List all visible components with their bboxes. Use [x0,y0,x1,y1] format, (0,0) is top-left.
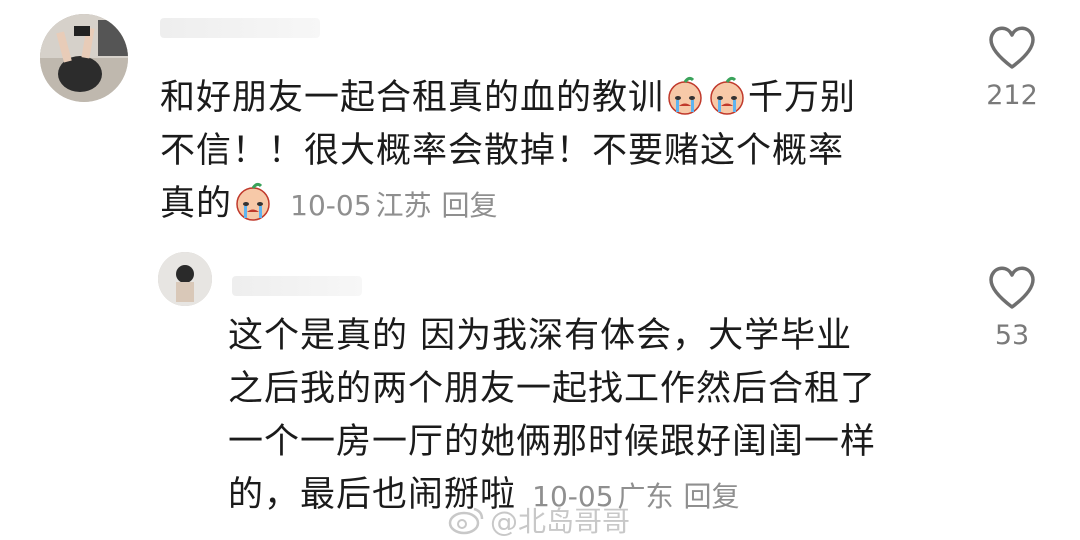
comment-text-line: 一个一房一厅的她俩那时候跟好闺闺一样 [228,422,877,462]
watermark: @北岛哥哥 [448,500,630,540]
comment-meta: 10-05 江苏 回复 [286,189,497,222]
weibo-logo-icon [448,507,484,535]
like-button[interactable]: 53 [972,264,1052,351]
comment-text-line: 千万别 [748,78,857,118]
username-blurred[interactable] [160,18,320,38]
crying-face-icon [233,182,273,222]
comment-body: 和好朋友一起合租真的血的教训 千万别 不信！！很大概率会散掉！不要赌这个概率 真的… [160,72,856,232]
username-blurred[interactable] [232,276,362,296]
heart-icon [989,266,1035,309]
crying-face-icon [665,76,705,116]
like-count: 53 [994,320,1030,351]
comment-body: 这个是真的 因为我深有体会，大学毕业 之后我的两个朋友一起找工作然后合租了 一个… [228,310,876,523]
like-button[interactable]: 212 [972,24,1052,111]
crying-face-icon [707,76,747,116]
watermark-text: @北岛哥哥 [490,505,631,538]
avatar[interactable] [158,252,212,306]
comment-location: 江苏 [375,189,432,222]
reply-button[interactable]: 回复 [442,189,498,222]
comment-text-line: 真的 [160,184,233,224]
heart-icon [989,26,1035,69]
reply-button[interactable]: 回复 [684,480,740,513]
like-count: 212 [986,80,1038,111]
comment-text-line: 不信！！很大概率会散掉！不要赌这个概率 [160,131,845,171]
comment-text-line: 之后我的两个朋友一起找工作然后合租了 [228,369,877,409]
avatar[interactable] [40,14,128,102]
comment-text-line: 和好朋友一起合租真的血的教训 [160,78,665,118]
comment-time: 10-05 [290,189,372,222]
comment-text-line: 这个是真的 因为我深有体会，大学毕业 [228,316,853,356]
